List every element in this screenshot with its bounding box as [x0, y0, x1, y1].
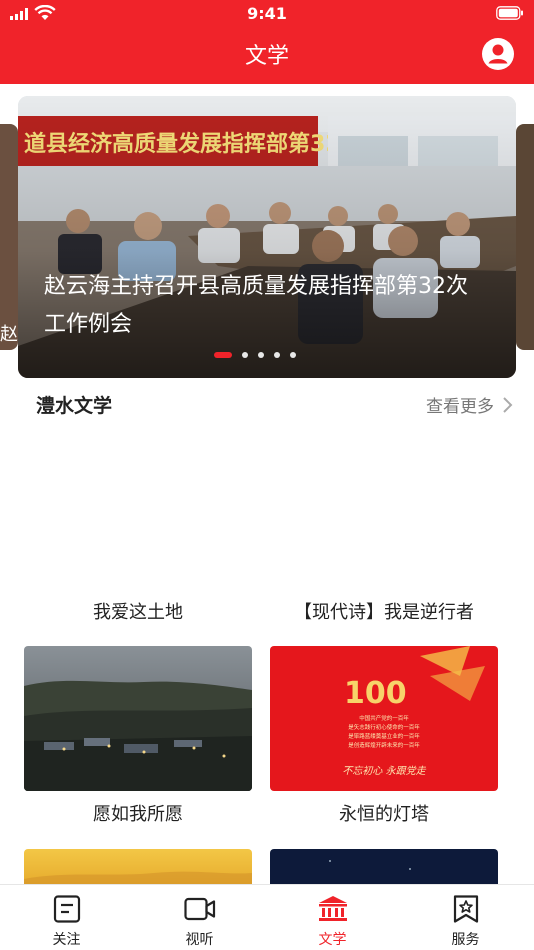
battery-icon	[496, 6, 523, 20]
carousel-pagination	[214, 344, 306, 358]
news-carousel[interactable]: 赵 道县经济高质量发展指挥部第32次工作例会	[0, 96, 534, 378]
view-more-label: 查看更多	[426, 397, 494, 417]
carousel-caption[interactable]: 赵云海主持召开县高质量发展指挥部第32次工作例会	[44, 268, 474, 344]
tab-label: 关注	[52, 932, 81, 948]
poster-line: 是筚路蓝缕奠基立业的一百年	[348, 732, 420, 740]
poster-slogan: 不忘初心 永跟党走	[342, 765, 426, 777]
section-title: 澧水文学	[36, 395, 113, 417]
article-thumbnail-anniversary[interactable]: 100 中国共产党的一百年 是矢志践行初心使命的一百年 是筚路蓝缕奠基立业的一百…	[270, 646, 498, 791]
article-title[interactable]: 【现代诗】我是逆行者	[270, 598, 498, 624]
video-camera-icon	[183, 897, 215, 921]
status-bar: 9:41	[0, 0, 534, 28]
tab-video[interactable]: 视听	[133, 885, 266, 950]
carousel-prev-card[interactable]: 赵	[0, 124, 18, 350]
carousel-dot[interactable]	[242, 351, 248, 358]
page-title: 文学	[244, 44, 289, 69]
status-time: 9:41	[247, 4, 287, 23]
article-title[interactable]: 愿如我所愿	[24, 800, 252, 826]
tab-label: 服务	[451, 932, 480, 948]
article-thumbnail-night[interactable]	[270, 849, 498, 889]
tab-label: 文学	[318, 932, 347, 948]
poster-line: 是矢志践行初心使命的一百年	[348, 723, 420, 731]
carousel-dot[interactable]	[290, 351, 296, 358]
carousel-next-card[interactable]	[516, 124, 534, 350]
poster-line: 中国共产党的一百年	[359, 714, 409, 722]
article-thumbnail-sunset[interactable]	[24, 849, 252, 889]
carousel-dot[interactable]	[274, 351, 280, 358]
poster-number: 100	[344, 676, 407, 711]
library-building-icon	[318, 896, 347, 921]
carousel-slide[interactable]: 道县经济高质量发展指挥部第32次工作例会	[18, 96, 516, 378]
top-header: 9:41 文学	[0, 0, 534, 84]
bookmark-star-icon	[453, 895, 478, 923]
article-title[interactable]: 永恒的灯塔	[270, 800, 498, 826]
golden-landscape-photo	[24, 849, 252, 889]
party-100-poster: 100 中国共产党的一百年 是矢志践行初心使命的一百年 是筚路蓝缕奠基立业的一百…	[270, 646, 498, 791]
tab-follow[interactable]: 关注	[0, 885, 133, 950]
tab-literature[interactable]: 文学	[266, 885, 399, 950]
poster-line: 是创造辉煌开辟未来的一百年	[348, 741, 420, 749]
chevron-right-icon	[503, 396, 513, 413]
night-sky-photo	[270, 849, 498, 889]
document-icon	[53, 895, 80, 923]
bottom-tab-bar: 关注 视听 文学 服务	[0, 884, 534, 950]
article-thumbnail-village[interactable]	[24, 646, 252, 791]
prev-card-caption: 赵	[0, 324, 18, 345]
tab-services[interactable]: 服务	[399, 885, 532, 950]
tab-label: 视听	[185, 932, 214, 948]
village-night-photo	[24, 646, 252, 791]
carousel-dot[interactable]	[258, 351, 264, 358]
article-title[interactable]: 我爱这土地	[24, 598, 252, 624]
user-profile-icon[interactable]	[482, 38, 514, 70]
carousel-dot[interactable]	[214, 351, 232, 358]
view-more-link[interactable]: 查看更多	[426, 392, 514, 417]
